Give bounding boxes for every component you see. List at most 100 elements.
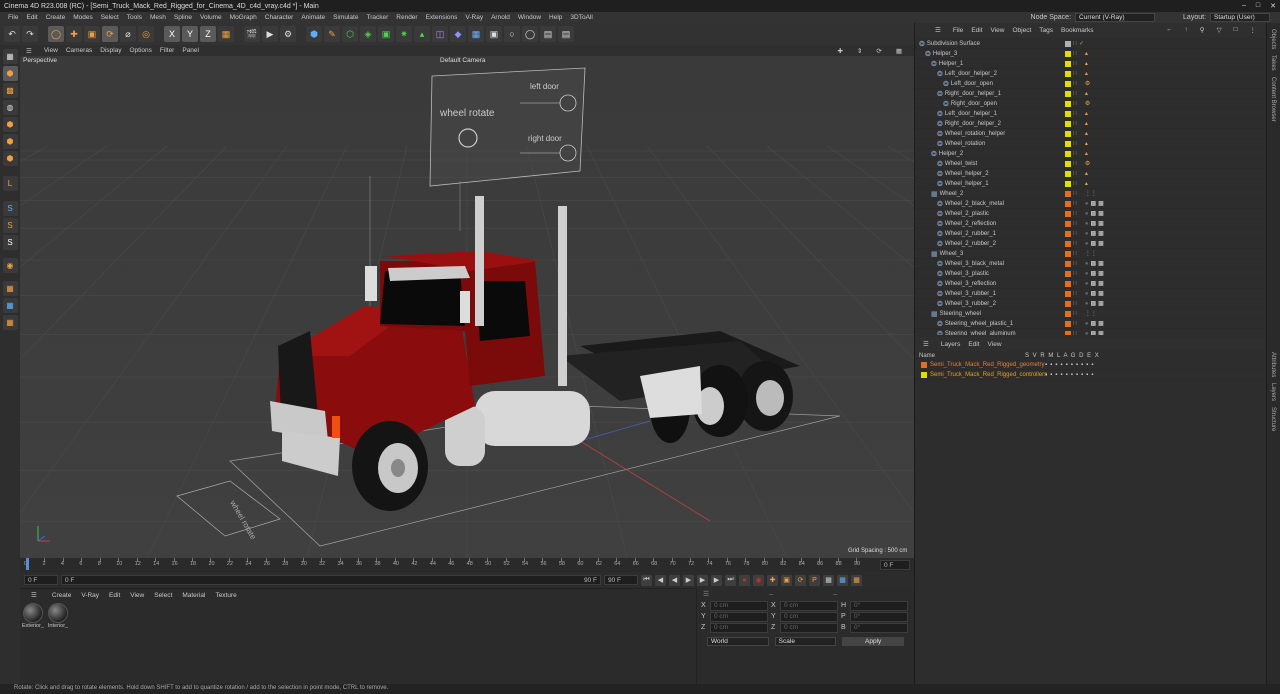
side-tab-content-browser[interactable]: Content Browser — [1270, 77, 1276, 122]
texture-tag-icon[interactable]: ▩ — [1090, 300, 1096, 307]
subdivision-icon[interactable]: ⬡ — [342, 26, 358, 42]
polygons-mode-icon[interactable]: ⬢ — [2, 151, 18, 166]
layer-flag-locked-icon[interactable]: ▪ — [1066, 362, 1068, 368]
record-keys-icon[interactable]: ● — [739, 574, 750, 586]
coord-value-field[interactable]: 0° — [850, 611, 908, 622]
prev-key-icon[interactable]: ◀ — [655, 574, 666, 586]
snap-settings-icon[interactable]: S — [2, 218, 18, 233]
playhead[interactable] — [26, 558, 29, 570]
viewport-menu-view[interactable]: View — [40, 47, 62, 54]
material-tag-icon[interactable]: ● — [1085, 301, 1089, 307]
object-menu-bookmarks[interactable]: Bookmarks — [1057, 27, 1098, 34]
menu-edit[interactable]: Edit — [22, 14, 41, 21]
coord-value-field[interactable]: 0 cm — [710, 622, 768, 633]
layout-select[interactable]: Startup (User) — [1210, 13, 1270, 22]
texture-tag-icon[interactable]: ▩ — [1090, 200, 1096, 207]
viewport-menu-options[interactable]: Options — [126, 47, 156, 54]
coord-value-field[interactable]: 0 cm — [710, 611, 768, 622]
material-menu-create[interactable]: Create — [47, 592, 77, 599]
obj-back-icon[interactable]: ← — [1162, 26, 1177, 34]
visibility-icon[interactable]: ∷ — [1073, 100, 1077, 107]
uv-tag-icon[interactable]: ▩ — [1098, 240, 1104, 247]
object-row[interactable]: ❂ Wheel_2_rubber_2 ∷ ● ▩ ▩ — [915, 239, 1267, 249]
visibility-icon[interactable]: ∷ — [1073, 40, 1077, 47]
side-tab-layers[interactable]: Layers — [1270, 383, 1276, 401]
menu-window[interactable]: Window — [514, 14, 545, 21]
visibility-icon[interactable]: ∷ — [1073, 80, 1077, 87]
texture-tag-icon[interactable]: ▩ — [1090, 290, 1096, 297]
visibility-icon[interactable]: ∷ — [1073, 290, 1077, 297]
layer-flag-render-icon[interactable]: ▪ — [1055, 362, 1057, 368]
goto-end-icon[interactable]: ⏭ — [725, 574, 736, 586]
texture-tag-icon[interactable]: ▩ — [1090, 230, 1096, 237]
viewport-zoom-icon[interactable]: ⇕ — [853, 47, 866, 55]
object-row[interactable]: ▦ Wheel_2 ∷ ⋮⋮ — [915, 189, 1267, 199]
menu-extensions[interactable]: Extensions — [422, 14, 462, 21]
visibility-icon[interactable]: ∷ — [1073, 160, 1077, 167]
uv-tag-icon[interactable]: ▩ — [1098, 260, 1104, 267]
visibility-icon[interactable]: ∷ — [1073, 250, 1077, 257]
key-position-icon[interactable]: ✚ — [767, 574, 778, 586]
object-row[interactable]: ❂ Steering_wheel_plastic_1 ∷ ● ▩ ▩ — [915, 319, 1267, 329]
object-row[interactable]: ❂ Wheel_3_reflection ∷ ● ▩ ▩ — [915, 279, 1267, 289]
quantize-icon[interactable]: S — [2, 235, 18, 250]
coord-mode-scale[interactable]: Scale — [774, 637, 837, 646]
cube-icon[interactable]: ⬢ — [306, 26, 322, 42]
coord-value-field[interactable]: 0° — [850, 600, 908, 611]
menu-animate[interactable]: Animate — [297, 14, 329, 21]
cloner-icon[interactable]: ◈ — [360, 26, 376, 42]
obj-new-window-icon[interactable]: □ — [1230, 26, 1242, 34]
visibility-icon[interactable]: ∷ — [1073, 210, 1077, 217]
viewport-layout-icon[interactable]: ▦ — [892, 47, 906, 55]
redo-icon[interactable]: ↷ — [22, 26, 38, 42]
object-menu-edit[interactable]: Edit — [967, 27, 986, 34]
scene-icon[interactable]: ◫ — [432, 26, 448, 42]
material-tag-icon[interactable]: ● — [1085, 261, 1089, 267]
object-row[interactable]: ❂ Steering_wheel_aluminum ∷ ● ▩ ▩ — [915, 329, 1267, 335]
coord-value-field[interactable]: 0 cm — [780, 600, 838, 611]
material-tag-icon[interactable]: ● — [1085, 231, 1089, 237]
scale-icon[interactable]: ▣ — [84, 26, 100, 42]
vray-render-icon[interactable]: ▤ — [540, 26, 556, 42]
material-swatch[interactable]: Interior_ — [47, 603, 69, 629]
material-hamburger-icon[interactable]: ☰ — [26, 591, 42, 599]
object-row[interactable]: ❂ Wheel_helper_2 ∷ ▴ — [915, 169, 1267, 179]
object-menu-view[interactable]: View — [987, 27, 1009, 34]
xpresso-tag-icon[interactable]: ⚙ — [1085, 160, 1090, 167]
make-editable-icon[interactable]: ▦ — [2, 49, 18, 64]
visibility-icon[interactable]: ∷ — [1073, 140, 1077, 147]
layer-flag-visible-icon[interactable]: ▪ — [1050, 372, 1052, 378]
material-tag-icon[interactable]: ● — [1085, 241, 1089, 247]
texture-tag-icon[interactable]: ▩ — [1090, 330, 1096, 335]
visibility-icon[interactable]: ∷ — [1073, 70, 1077, 77]
layer-flag-solo-icon[interactable]: ▪ — [1045, 362, 1047, 368]
uv-tag-icon[interactable]: ▩ — [1098, 220, 1104, 227]
side-tab-structure[interactable]: Structure — [1270, 407, 1276, 431]
maximize-icon[interactable]: □ — [1256, 2, 1260, 10]
model-mode-icon[interactable]: ⬢ — [2, 66, 18, 81]
live-selection-icon[interactable]: ◯ — [48, 26, 64, 42]
current-frame-field[interactable]: 0 F — [880, 560, 910, 570]
uv-tag-icon[interactable]: ▩ — [1098, 230, 1104, 237]
coord-value-field[interactable]: 0 cm — [710, 600, 768, 611]
menu-help[interactable]: Help — [545, 14, 566, 21]
object-row[interactable]: ▦ Steering_wheel ∷ ⋮⋮ — [915, 309, 1267, 319]
render-picture-viewer-icon[interactable]: ▶ — [262, 26, 278, 42]
visibility-icon[interactable]: ∷ — [1073, 120, 1077, 127]
null-tag-icon[interactable]: ▴ — [1085, 120, 1088, 127]
object-hamburger-icon[interactable]: ☰ — [931, 26, 945, 34]
visibility-icon[interactable]: ∷ — [1073, 280, 1077, 287]
layer-flag-locked-icon[interactable]: ▪ — [1066, 372, 1068, 378]
viewport-menu-filter[interactable]: Filter — [156, 47, 178, 54]
timeline-ruler[interactable]: 0246810121416182022242628303234363840424… — [20, 558, 914, 572]
menu-file[interactable]: File — [4, 14, 22, 21]
layer-flag-generators-icon[interactable]: ▪ — [1076, 372, 1078, 378]
uv-tag-icon[interactable]: ▩ — [1098, 320, 1104, 327]
null-tag-icon[interactable]: ▴ — [1085, 140, 1088, 147]
z-axis-icon[interactable]: Z — [200, 26, 216, 42]
side-tab-attributes[interactable]: Attributes — [1270, 352, 1276, 377]
recent-tool-icon[interactable]: ⌀ — [120, 26, 136, 42]
visibility-icon[interactable]: ∷ — [1073, 190, 1077, 197]
layer-flag-xref-icon[interactable]: ▪ — [1091, 372, 1093, 378]
next-key-icon[interactable]: ▶ — [711, 574, 722, 586]
